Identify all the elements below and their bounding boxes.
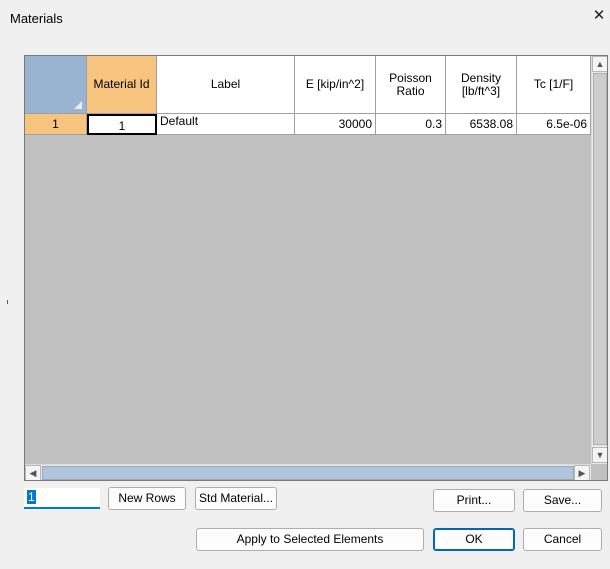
row-count-input[interactable]: 1 <box>24 488 100 509</box>
cell-label[interactable]: Default <box>157 114 295 135</box>
cell-material-id[interactable]: 1 <box>87 114 157 135</box>
close-icon[interactable]: ✕ <box>592 8 606 24</box>
materials-grid[interactable]: Material Id Label E [kip/in^2] Poisson R… <box>24 55 608 481</box>
ok-button[interactable]: OK <box>433 528 515 551</box>
std-material-button[interactable]: Std Material... <box>195 487 277 510</box>
cell-density[interactable]: 6538.08 <box>446 114 517 135</box>
print-button[interactable]: Print... <box>433 489 515 512</box>
row-header[interactable]: 1 <box>25 114 87 135</box>
scroll-left-icon[interactable]: ◀ <box>25 465 41 480</box>
scroll-up-icon[interactable]: ▲ <box>592 56 607 72</box>
horizontal-scrollbar[interactable]: ◀ ▶ <box>25 464 591 480</box>
cell-tc[interactable]: 6.5e-06 <box>517 114 591 135</box>
materials-dialog: Materials ✕ Material Id Label E [kip/in^… <box>0 0 610 569</box>
scroll-right-icon[interactable]: ▶ <box>574 465 590 480</box>
column-header-density[interactable]: Density [lb/ft^3] <box>446 56 517 114</box>
column-header-material-id[interactable]: Material Id <box>87 56 157 114</box>
column-header-poisson-ratio[interactable]: Poisson Ratio <box>376 56 446 114</box>
vertical-scroll-thumb[interactable] <box>593 73 607 445</box>
column-header-tc[interactable]: Tc [1/F] <box>517 56 591 114</box>
cancel-button[interactable]: Cancel <box>523 528 602 551</box>
vertical-scrollbar[interactable]: ▲ ▼ <box>591 56 607 464</box>
save-button[interactable]: Save... <box>523 489 602 512</box>
row-count-value: 1 <box>27 490 36 504</box>
cell-poisson-ratio[interactable]: 0.3 <box>376 114 446 135</box>
divider <box>7 300 8 304</box>
apply-to-selected-elements-button[interactable]: Apply to Selected Elements <box>196 528 424 551</box>
column-header-label[interactable]: Label <box>157 56 295 114</box>
dialog-title: Materials <box>10 11 63 26</box>
column-header-e[interactable]: E [kip/in^2] <box>295 56 376 114</box>
corner-triangle-icon <box>74 101 82 109</box>
new-rows-button[interactable]: New Rows <box>108 487 186 510</box>
scroll-down-icon[interactable]: ▼ <box>592 447 607 463</box>
cell-e[interactable]: 30000 <box>295 114 376 135</box>
horizontal-scroll-thumb[interactable] <box>42 466 574 480</box>
select-all-corner[interactable] <box>25 56 87 114</box>
